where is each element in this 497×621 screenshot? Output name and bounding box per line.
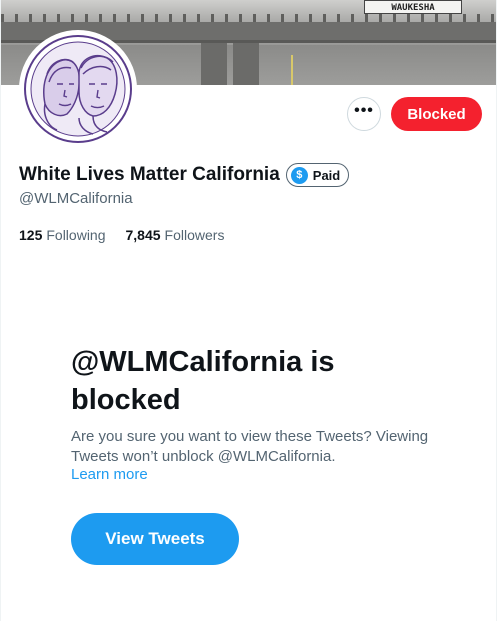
followers-link[interactable]: 7,845 Followers [126, 227, 225, 243]
following-label: Following [46, 227, 106, 243]
display-name: White Lives Matter California [19, 164, 280, 185]
profile-page: WAUKESHA ••• Blocked White Lives Matter … [0, 0, 497, 621]
following-count: 125 [19, 227, 43, 243]
follow-stats: 125 Following 7,845 Followers [19, 227, 244, 243]
followers-label: Followers [164, 227, 225, 243]
banner-lane-marking [291, 55, 293, 85]
name-row: White Lives Matter California $ Paid [19, 161, 350, 189]
view-tweets-button[interactable]: View Tweets [71, 513, 239, 565]
blocked-message: Are you sure you want to view these Twee… [71, 428, 429, 465]
banner-sign: WAUKESHA [364, 0, 462, 14]
profile-handle: @WLMCalifornia [19, 190, 133, 207]
banner-pillar [201, 43, 227, 85]
avatar-image [24, 35, 132, 143]
blocked-title: @WLMCalifornia is blocked [71, 346, 335, 416]
blocked-button[interactable]: Blocked [391, 97, 482, 131]
avatar[interactable] [19, 30, 137, 148]
following-link[interactable]: 125 Following [19, 227, 106, 243]
learn-more-link[interactable]: Learn more [71, 465, 148, 485]
followers-count: 7,845 [125, 227, 161, 243]
paid-badge-label: Paid [312, 167, 341, 183]
paid-badge[interactable]: $ Paid [285, 163, 350, 187]
more-options-button[interactable]: ••• [347, 97, 381, 131]
banner-pillar [233, 43, 259, 85]
dollar-icon: $ [290, 166, 308, 184]
more-icon: ••• [354, 102, 374, 119]
